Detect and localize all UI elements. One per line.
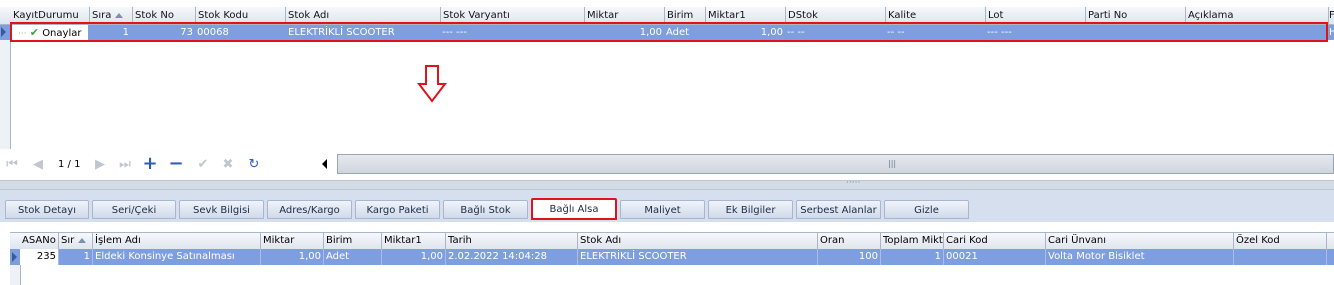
cell-stok-adi: ELEKTRİKLİ SCOOTER <box>578 249 818 265</box>
tab-maliyet[interactable]: Maliyet <box>620 200 705 219</box>
cancel-icon[interactable]: ✖ <box>220 156 236 172</box>
cell-oran: 100 <box>818 249 881 265</box>
sort-asc-icon <box>115 12 124 18</box>
tab-adres-kargo[interactable]: Adres/Kargo <box>267 200 352 219</box>
cell-ozel-kod <box>1234 249 1327 265</box>
tab-kargo-paketi[interactable]: Kargo Paketi <box>355 200 440 219</box>
prev-record-icon[interactable]: ◀ <box>30 156 46 172</box>
col-cari-unvani[interactable]: Cari Ünvanı <box>1046 233 1234 249</box>
col-sira-label: Sıra <box>92 10 112 21</box>
splitter[interactable]: ····· <box>0 178 1334 190</box>
scroll-grip-icon: ||| <box>888 159 897 168</box>
col-birim[interactable]: Birim <box>324 233 382 249</box>
row-pointer-icon <box>1 27 6 37</box>
cell-sir: 1 <box>59 249 93 265</box>
tab-bagli-stok[interactable]: Bağlı Stok <box>443 200 528 219</box>
cell-extra: H <box>1329 27 1334 38</box>
selected-row-highlight <box>10 22 1328 42</box>
cell-toplam-miktar: 1 <box>881 249 944 265</box>
cell-miktar: 1,00 <box>261 249 324 265</box>
delete-record-icon[interactable]: − <box>168 153 184 174</box>
col-miktar1[interactable]: Miktar1 <box>382 233 446 249</box>
tab-sevk-bilgisi[interactable]: Sevk Bilgisi <box>179 200 264 219</box>
col-stok-adi[interactable]: Stok Adı <box>578 233 818 249</box>
tab-bagli-alsa[interactable]: Bağlı Alsa <box>531 198 617 220</box>
next-record-icon[interactable]: ▶ <box>92 156 108 172</box>
horizontal-scrollbar[interactable]: ||| <box>337 154 1334 174</box>
tab-ek-bilgiler[interactable]: Ek Bilgiler <box>708 200 793 219</box>
col-extra[interactable]: F <box>1328 7 1334 24</box>
col-ozel-kod[interactable]: Özel Kod <box>1234 233 1327 249</box>
col-islem-adi[interactable]: İşlem Adı <box>93 233 261 249</box>
col-tarih[interactable]: Tarih <box>446 233 578 249</box>
add-record-icon[interactable]: + <box>142 153 158 174</box>
cell-asano: 235 <box>20 249 59 265</box>
col-cari-kod[interactable]: Cari Kod <box>944 233 1046 249</box>
cell-miktar1: 1,00 <box>382 249 446 265</box>
sort-asc-icon <box>78 237 87 243</box>
col-sir-label: Sır <box>61 235 75 246</box>
bottom-grid-header: ASANo Sır İşlem Adı Miktar Birim Miktar1… <box>10 232 1334 250</box>
tab-stok-detayi[interactable]: Stok Detayı <box>5 200 89 219</box>
cell-cari-kod: 00021 <box>944 249 1046 265</box>
splitter-grip-icon: ····· <box>846 178 861 188</box>
down-arrow-icon <box>417 65 447 103</box>
row-pointer-icon <box>12 252 17 262</box>
col-sir[interactable]: Sır <box>59 233 93 249</box>
col-miktar[interactable]: Miktar <box>261 233 324 249</box>
refresh-icon[interactable]: ↻ <box>246 156 262 172</box>
col-asano[interactable]: ASANo <box>20 233 59 249</box>
tab-seri-ceki[interactable]: Seri/Çeki <box>92 200 176 219</box>
cell-islem-adi: Eldeki Konsinye Satınalması <box>93 249 261 265</box>
last-record-icon[interactable]: ⏭ <box>117 156 133 172</box>
col-oran[interactable]: Oran <box>818 233 881 249</box>
scroll-left-icon[interactable] <box>322 159 327 169</box>
col-toplam-miktar[interactable]: Toplam Miktar <box>881 233 944 249</box>
tab-serbest-alanlar[interactable]: Serbest Alanlar <box>796 200 881 219</box>
first-record-icon[interactable]: ⏮ <box>4 156 20 172</box>
cell-birim: Adet <box>324 249 382 265</box>
confirm-icon[interactable]: ✔ <box>195 156 211 172</box>
cell-tarih: 2.02.2022 14:04:28 <box>446 249 578 265</box>
page-label: 1 / 1 <box>58 159 81 170</box>
cell-cari-unvani: Volta Motor Bisiklet <box>1046 249 1234 265</box>
table-row[interactable]: 235 1 Eldeki Konsinye Satınalması 1,00 A… <box>10 249 1334 265</box>
tab-gizle[interactable]: Gizle <box>884 200 969 219</box>
